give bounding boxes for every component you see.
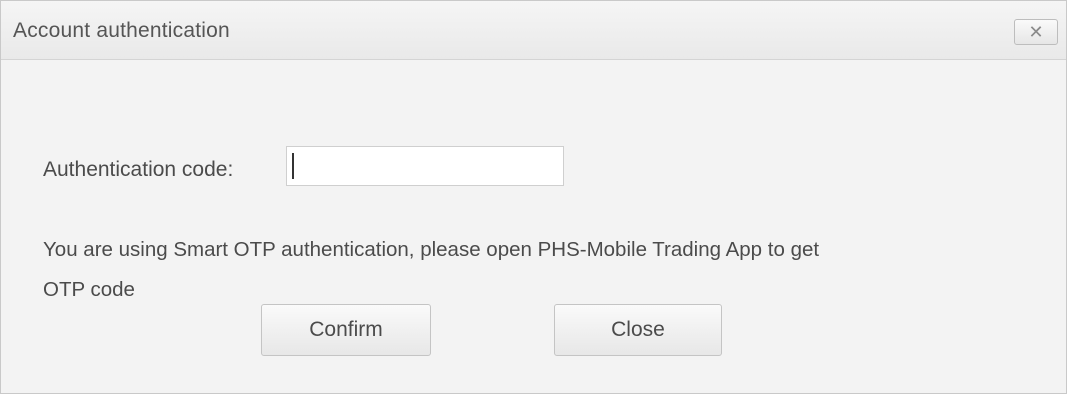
dialog-content: [1, 60, 1066, 393]
otp-instruction-message: You are using Smart OTP authentication, …: [43, 230, 1023, 310]
confirm-button[interactable]: Confirm: [261, 304, 431, 356]
authentication-code-input[interactable]: [286, 146, 564, 186]
otp-message-line-1: You are using Smart OTP authentication, …: [43, 238, 820, 261]
close-icon[interactable]: ✕: [1014, 19, 1058, 45]
dialog-title: Account authentication: [13, 19, 230, 42]
otp-message-line-2: OTP code: [43, 278, 135, 301]
account-authentication-dialog: Account authentication ✕ Authentication …: [0, 0, 1067, 394]
authentication-code-label: Authentication code:: [43, 158, 234, 181]
dialog-titlebar: Account authentication ✕: [1, 1, 1066, 60]
text-cursor: [292, 153, 294, 179]
close-button[interactable]: Close: [554, 304, 722, 356]
